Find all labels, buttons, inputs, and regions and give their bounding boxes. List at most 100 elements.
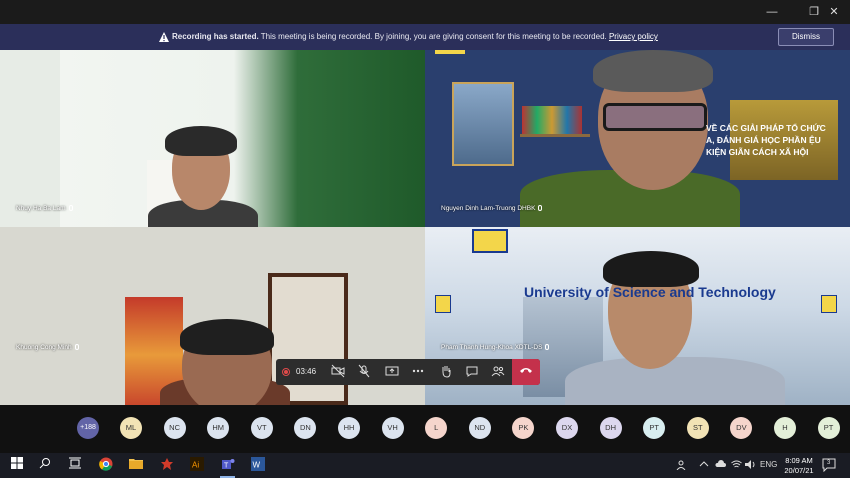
call-timer: 03:46 [296, 367, 317, 376]
illustrator-icon: Ai [189, 457, 204, 471]
participant-avatar[interactable]: H [774, 417, 796, 439]
camera-off-button[interactable] [330, 364, 346, 380]
recording-message: Recording has started. This meeting is b… [172, 32, 658, 41]
clock-date: 20/07/21 [784, 466, 814, 475]
language-indicator[interactable]: ENG [760, 460, 777, 469]
glasses [603, 103, 707, 131]
windows-logo-icon [10, 457, 23, 469]
chevron-up-icon [699, 461, 709, 467]
svg-text:W: W [252, 461, 260, 470]
wifi-icon [731, 460, 742, 468]
participant-avatar[interactable]: ST [686, 417, 709, 439]
wifi-tray-icon[interactable] [731, 460, 742, 471]
search-icon [39, 458, 50, 469]
participant-avatar[interactable]: PK [512, 417, 535, 439]
file-explorer-app[interactable] [127, 457, 144, 474]
system-clock[interactable]: 8:09 AM 20/07/21 [782, 456, 816, 476]
word-app[interactable]: W [249, 457, 266, 474]
recording-icon [282, 368, 290, 376]
cloud-tray-icon[interactable] [714, 460, 726, 470]
teams-app[interactable]: T [219, 457, 236, 478]
word-icon: W [250, 457, 265, 471]
participant-roster: +188 ML NC HM VT DN HH VH L ND PK DX DH PT ST DV H PT [0, 405, 850, 453]
chrome-icon [98, 457, 112, 471]
teams-icon: T [221, 459, 234, 470]
clock-time: 8:09 AM [785, 456, 813, 465]
people-tray-icon[interactable] [676, 460, 686, 472]
dismiss-button[interactable]: Dismiss [778, 28, 834, 46]
participant-avatar[interactable]: DX [556, 417, 578, 439]
raise-hand-button[interactable] [438, 364, 454, 380]
search-button[interactable] [36, 457, 53, 474]
task-view-button[interactable] [66, 457, 83, 474]
volume-icon [745, 460, 755, 469]
mic-off-icon [358, 364, 370, 378]
participant-avatar[interactable]: HM [207, 417, 230, 439]
illustrator-app[interactable]: Ai [188, 457, 205, 474]
participant-avatar[interactable]: NC [163, 417, 186, 439]
recording-title: Recording has started. [172, 32, 259, 41]
app-red-icon [160, 458, 173, 470]
notification-count: 3 [827, 460, 831, 466]
svg-text:T: T [224, 463, 229, 470]
show-hidden-icons[interactable] [699, 460, 709, 470]
cloud-icon [715, 460, 726, 467]
share-icon [385, 366, 399, 376]
bookshelf [522, 106, 582, 134]
person-hair [180, 319, 274, 355]
participant-avatar[interactable]: L [425, 417, 448, 439]
svg-text:Ai: Ai [192, 461, 199, 470]
participant-avatar[interactable]: VT [250, 417, 273, 439]
maximize-button[interactable]: ❐ [806, 4, 822, 20]
more-actions-button[interactable] [410, 364, 426, 380]
person-body [565, 357, 785, 405]
participant-name-4: Pham Thanh Hung-Khoa XDTL-DS [441, 344, 550, 351]
participant-avatar[interactable]: ND [468, 417, 491, 439]
participant-avatar[interactable]: PT [643, 417, 666, 439]
more-icon [412, 369, 424, 373]
hang-up-button[interactable] [512, 359, 540, 385]
start-button[interactable] [8, 457, 25, 474]
privacy-policy-link[interactable]: Privacy policy [609, 32, 658, 41]
participant-name-1: Nhuy Ha Ba Lam [16, 205, 73, 212]
university-logo [472, 229, 508, 253]
warning-icon [159, 32, 169, 42]
notification-center[interactable]: 3 [822, 458, 836, 474]
participant-avatar[interactable]: ML [120, 417, 142, 439]
minimize-button[interactable]: — [764, 4, 780, 20]
window-titlebar: — ❐ ✕ [0, 0, 850, 24]
person-hair [603, 251, 699, 287]
mute-button[interactable] [356, 364, 372, 380]
app-red[interactable] [158, 457, 175, 474]
more-participants-badge[interactable]: +188 [77, 417, 99, 439]
participants-button[interactable] [490, 364, 506, 380]
video-grid: Nhuy Ha Ba Lam Nguyen Dinh Lam-Truong DH… [0, 50, 850, 405]
call-controls: 03:46 [276, 359, 540, 385]
participant-avatar[interactable]: VH [381, 417, 404, 439]
volume-tray-icon[interactable] [745, 460, 756, 471]
windows-taskbar: Ai T W ENG 8:09 AM 20/07/21 3 [0, 453, 850, 478]
participant-avatar[interactable]: PT [817, 417, 840, 439]
participant-avatar[interactable]: DH [599, 417, 622, 439]
chrome-app[interactable] [97, 457, 114, 474]
task-view-icon [68, 457, 81, 469]
person-hair [165, 126, 237, 156]
recording-banner: Recording has started. This meeting is b… [0, 24, 850, 50]
building-picture [452, 82, 514, 166]
phone-hangup-icon [520, 368, 532, 373]
participant-avatar[interactable]: DV [730, 417, 753, 439]
close-button[interactable]: ✕ [826, 4, 842, 20]
participant-avatar[interactable]: HH [338, 417, 360, 439]
hand-icon [442, 366, 451, 378]
people-icon [491, 366, 505, 377]
shelf [520, 134, 590, 137]
video-tile-1[interactable]: Nhuy Ha Ba Lam [0, 50, 425, 227]
chat-button[interactable] [464, 364, 480, 380]
mic-icon [545, 344, 550, 351]
slide-title: VỀ CÁC GIẢI PHÁP TỔ CHỨC A, ĐÁNH GIÁ HỌC… [706, 123, 826, 157]
chat-icon [466, 366, 478, 377]
participant-avatar[interactable]: DN [294, 417, 317, 439]
share-screen-button[interactable] [384, 364, 400, 380]
camera-off-icon [331, 364, 345, 378]
people-icon [676, 460, 686, 471]
